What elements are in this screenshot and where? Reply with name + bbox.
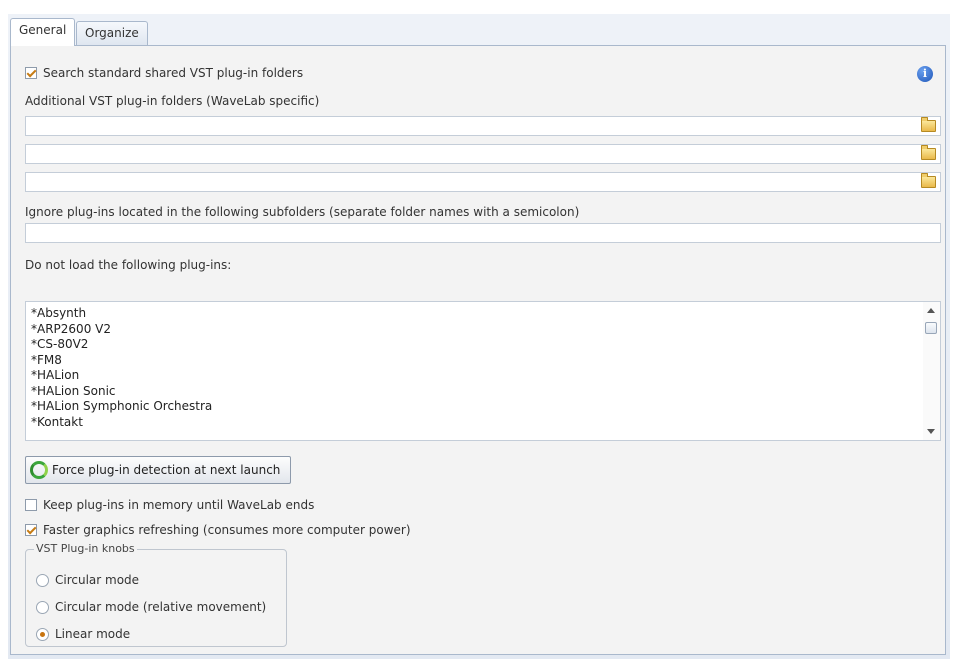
list-item[interactable]: *FM8	[31, 353, 212, 369]
faster-graphics-row[interactable]: Faster graphics refreshing (consumes mor…	[25, 523, 411, 537]
do-not-load-label: Do not load the following plug-ins:	[25, 258, 232, 272]
search-standard-row[interactable]: Search standard shared VST plug-in folde…	[25, 66, 303, 80]
list-items: *Absynth *ARP2600 V2 *CS-80V2 *FM8 *HALi…	[31, 306, 212, 430]
radio-linear-mode[interactable]: Linear mode	[36, 627, 130, 641]
faster-graphics-label: Faster graphics refreshing (consumes mor…	[43, 523, 411, 537]
tab-organize[interactable]: Organize	[76, 21, 148, 45]
keep-in-memory-row[interactable]: Keep plug-ins in memory until WaveLab en…	[25, 498, 314, 512]
search-standard-checkbox[interactable]	[25, 67, 37, 79]
vst-knobs-group: VST Plug-in knobs Circular mode Circular…	[25, 542, 287, 647]
folder-icon[interactable]	[921, 117, 936, 132]
list-item[interactable]: *Absynth	[31, 306, 212, 322]
scroll-down-arrow-icon[interactable]	[927, 429, 935, 434]
additional-folders-label: Additional VST plug-in folders (WaveLab …	[25, 94, 320, 108]
additional-folder-field-2[interactable]	[25, 144, 941, 164]
info-icon[interactable]: i	[917, 66, 933, 82]
do-not-load-list[interactable]: *Absynth *ARP2600 V2 *CS-80V2 *FM8 *HALi…	[25, 301, 941, 441]
force-detection-button[interactable]: Force plug-in detection at next launch	[25, 456, 291, 484]
keep-in-memory-label: Keep plug-ins in memory until WaveLab en…	[43, 498, 315, 512]
ignore-subfolders-label: Ignore plug-ins located in the following…	[25, 205, 580, 219]
list-item[interactable]: *HALion	[31, 368, 212, 384]
folder-icon[interactable]	[921, 145, 936, 160]
radio-label: Circular mode	[55, 573, 140, 587]
radio-label: Linear mode	[55, 627, 131, 641]
scroll-thumb[interactable]	[925, 322, 937, 334]
search-standard-label: Search standard shared VST plug-in folde…	[43, 66, 304, 80]
additional-folder-field-1[interactable]	[25, 116, 941, 136]
list-item[interactable]: *Kontakt	[31, 415, 212, 431]
tab-general[interactable]: General	[10, 18, 76, 46]
radio-circular-relative[interactable]: Circular mode (relative movement)	[36, 600, 266, 614]
radio-label: Circular mode (relative movement)	[55, 600, 267, 614]
list-scrollbar[interactable]	[923, 302, 940, 440]
general-panel: Search standard shared VST plug-in folde…	[10, 45, 946, 655]
refresh-icon	[30, 461, 48, 479]
list-item[interactable]: *CS-80V2	[31, 337, 212, 353]
force-detection-label: Force plug-in detection at next launch	[52, 463, 281, 477]
additional-folder-field-3[interactable]	[25, 172, 941, 192]
list-item[interactable]: *ARP2600 V2	[31, 322, 212, 338]
faster-graphics-checkbox[interactable]	[25, 524, 37, 536]
radio-circular-mode[interactable]: Circular mode	[36, 573, 139, 587]
ignore-subfolders-input[interactable]	[25, 223, 941, 243]
list-item[interactable]: *HALion Sonic	[31, 384, 212, 400]
list-item[interactable]: *HALion Symphonic Orchestra	[31, 399, 212, 415]
keep-in-memory-checkbox[interactable]	[25, 499, 37, 511]
scroll-up-arrow-icon[interactable]	[927, 308, 935, 313]
radio-button[interactable]	[36, 573, 49, 587]
radio-button[interactable]	[36, 600, 49, 614]
vst-knobs-group-title: VST Plug-in knobs	[34, 542, 137, 555]
radio-button[interactable]	[36, 627, 49, 641]
folder-icon[interactable]	[921, 173, 936, 188]
preferences-frame: General Organize Search standard shared …	[8, 14, 950, 659]
